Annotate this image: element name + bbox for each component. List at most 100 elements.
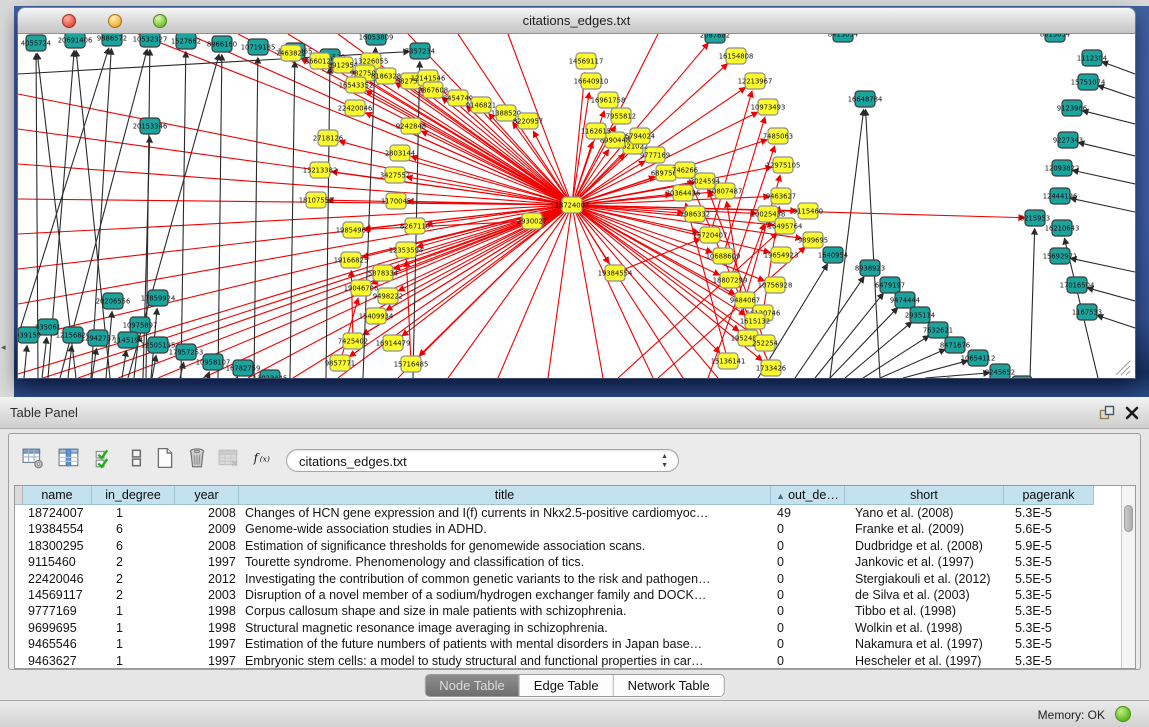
graph-node[interactable] xyxy=(103,293,123,309)
table-cell[interactable]: de Silva et al. (2003) xyxy=(845,587,1004,603)
graph-node[interactable] xyxy=(341,252,361,268)
table-cell[interactable]: Hescheler et al. (1997) xyxy=(845,653,1004,669)
column-header-name[interactable]: name xyxy=(23,486,92,505)
table-cell[interactable]: Franke et al. (2009) xyxy=(845,521,1004,537)
graph-node[interactable] xyxy=(745,313,765,329)
graph-node[interactable] xyxy=(281,45,301,61)
graph-node[interactable] xyxy=(26,35,46,51)
graph-node[interactable] xyxy=(771,247,791,263)
graph-node[interactable] xyxy=(1025,210,1045,226)
graph-node[interactable] xyxy=(448,90,468,106)
graph-node[interactable] xyxy=(765,277,785,293)
graph-node[interactable] xyxy=(771,188,791,204)
table-cell[interactable]: 2009 xyxy=(175,521,239,537)
table-cell[interactable]: 0 xyxy=(771,653,845,669)
graph-node[interactable] xyxy=(148,337,168,353)
table-cell[interactable]: Embryonic stem cells: a model to study s… xyxy=(239,653,771,669)
graph-node[interactable] xyxy=(330,355,350,371)
table-cell[interactable]: 18724007 xyxy=(23,505,92,521)
graph-node[interactable] xyxy=(761,360,781,376)
table-cell[interactable]: 0 xyxy=(771,554,845,570)
table-cell[interactable]: 9699695 xyxy=(23,620,92,636)
table-cell[interactable]: 0 xyxy=(771,636,845,652)
graph-node[interactable] xyxy=(910,307,930,323)
graph-node[interactable] xyxy=(148,290,168,306)
graph-node[interactable] xyxy=(176,34,196,49)
table-row[interactable]: 977716911998Corpus callosum shape and si… xyxy=(15,603,1094,619)
graph-node[interactable] xyxy=(713,248,733,264)
table-row[interactable]: 911546021997Tourette syndrome. Phenomeno… xyxy=(15,554,1094,570)
table-cell[interactable]: Nakamura et al. (1997) xyxy=(845,636,1004,652)
graph-node[interactable] xyxy=(378,288,398,304)
graph-node[interactable] xyxy=(685,206,705,222)
graph-node[interactable] xyxy=(586,123,606,139)
graph-node[interactable] xyxy=(423,82,443,98)
column-header-in_degree[interactable]: in_degree xyxy=(92,486,175,505)
graph-node[interactable] xyxy=(318,130,338,146)
table-cell[interactable]: 2 xyxy=(92,554,175,570)
graph-node[interactable] xyxy=(383,335,403,351)
table-cell[interactable]: 1 xyxy=(92,653,175,669)
graph-node[interactable] xyxy=(376,68,396,84)
table-cell[interactable]: 1997 xyxy=(175,554,239,570)
graph-node[interactable] xyxy=(385,167,405,183)
table-row[interactable]: 2242004622012Investigating the contribut… xyxy=(15,571,1094,587)
table-cell[interactable]: 0 xyxy=(771,521,845,537)
table-cell[interactable]: 2 xyxy=(92,571,175,587)
graph-node[interactable] xyxy=(605,265,625,281)
graph-node[interactable] xyxy=(576,53,596,69)
graph-node[interactable] xyxy=(823,247,843,263)
column-header-pagerank[interactable]: pagerank xyxy=(1004,486,1094,505)
table-cell[interactable]: 1997 xyxy=(175,636,239,652)
table-cell[interactable]: 6 xyxy=(92,538,175,554)
graph-node[interactable] xyxy=(705,34,725,43)
table-cell[interactable]: Investigating the contribution of common… xyxy=(239,571,771,587)
graph-node[interactable] xyxy=(720,272,740,288)
graph-node[interactable] xyxy=(1052,220,1072,236)
graph-node[interactable] xyxy=(945,337,965,353)
collapse-west-panel-icon[interactable]: ◂ xyxy=(1,342,6,353)
graph-node[interactable] xyxy=(1050,248,1070,264)
graph-node[interactable] xyxy=(118,332,138,348)
graph-node[interactable] xyxy=(1050,188,1070,204)
graph-node[interactable] xyxy=(860,260,880,276)
table-cell[interactable]: Tibbo et al. (1998) xyxy=(845,603,1004,619)
graph-node[interactable] xyxy=(351,280,371,296)
table-cell[interactable]: 1998 xyxy=(175,620,239,636)
graph-node[interactable] xyxy=(518,113,538,129)
table-cell[interactable]: 2 xyxy=(92,587,175,603)
graph-node[interactable] xyxy=(1062,100,1082,116)
table-cell[interactable]: 14569117 xyxy=(23,587,92,603)
graph-node[interactable] xyxy=(260,370,280,378)
table-select-dropdown[interactable]: citations_edges.txt ▲▼ xyxy=(286,449,679,472)
graph-node[interactable] xyxy=(803,232,823,248)
tab-edge-table[interactable]: Edge Table xyxy=(520,675,614,696)
graph-node[interactable] xyxy=(310,53,330,69)
show-columns-button[interactable] xyxy=(55,445,83,473)
graph-node[interactable] xyxy=(1052,160,1072,176)
graph-node[interactable] xyxy=(645,147,665,163)
graph-node[interactable] xyxy=(1078,74,1098,90)
table-cell[interactable]: 9463627 xyxy=(23,653,92,669)
column-header-year[interactable]: year xyxy=(175,486,239,505)
table-row[interactable]: 946554611997Estimation of the future num… xyxy=(15,636,1094,652)
table-cell[interactable]: Tourette syndrome. Phenomenology and cla… xyxy=(239,554,771,570)
table-cell[interactable]: 0 xyxy=(771,571,845,587)
graph-node[interactable] xyxy=(233,360,253,376)
close-panel-button[interactable] xyxy=(1125,406,1139,420)
graph-node[interactable] xyxy=(1077,304,1097,320)
table-cell[interactable]: 22420046 xyxy=(23,571,92,587)
graph-node[interactable] xyxy=(1045,34,1065,42)
table-cell[interactable]: Wolkin et al. (1998) xyxy=(845,620,1004,636)
graph-node[interactable] xyxy=(212,36,232,52)
table-row[interactable]: 969969511998Structural magnetic resonanc… xyxy=(15,620,1094,636)
graph-node[interactable] xyxy=(1058,132,1078,148)
table-row[interactable]: 1456911722003Disruption of a novel membe… xyxy=(15,587,1094,603)
graph-node[interactable] xyxy=(333,57,353,73)
table-cell[interactable]: 1 xyxy=(92,636,175,652)
table-cell[interactable]: 2012 xyxy=(175,571,239,587)
table-row[interactable]: 946362711997Embryonic stem cells: a mode… xyxy=(15,653,1094,669)
create-table-button[interactable] xyxy=(151,445,179,473)
table-cell[interactable]: Yano et al. (2008) xyxy=(845,505,1004,521)
network-graph[interactable]: 4055724206914069886572105323271527662896… xyxy=(18,34,1135,378)
